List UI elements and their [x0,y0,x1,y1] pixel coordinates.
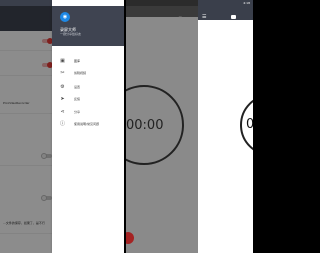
drawer-item-label: 反馈 [74,97,81,101]
app-bar: ☰ [126,6,198,20]
timer-panel: 4:18 ☰ 0( [198,0,253,253]
app-bar: ☰ [198,6,253,20]
settings-icon: ⚙ [60,84,65,90]
navigation-drawer: ◉ 录屏大师 一键分享给好友 ▣ 图库 ✂ 剪辑视频 ⚙ 设置 ➤ 反馈 ⋖ 分… [52,0,124,253]
record-button[interactable] [126,232,134,244]
drawer-item-help[interactable]: ⓘ 使用说明/常见问题 [52,117,124,132]
gallery-icon: ▣ [60,58,65,64]
drawer-header: ◉ 录屏大师 一键分享给好友 [52,6,124,46]
edit-icon: ✂ [60,70,65,76]
hamburger-menu-icon[interactable]: ☰ [202,14,206,20]
send-icon: ➤ [60,96,65,102]
info-icon: ⓘ [59,121,65,127]
drawer-item-label: 图库 [74,59,81,63]
timer-display: 0( [246,117,253,132]
drawer-item-label: 设置 [74,85,81,89]
drawer-item-label: 剪辑视频 [74,71,87,75]
timer-panel-dimmed: ☰ 00:00 [126,0,198,253]
camera-icon[interactable] [231,15,236,19]
timer-display: 00:00 [126,118,164,133]
drawer-item-label: 使用说明/常见问题 [74,122,100,126]
drawer-subtitle: 一键分享给好友 [60,32,82,36]
menu-icon[interactable]: ☰ [178,15,182,20]
drawer-item-edit[interactable]: ✂ 剪辑视频 [52,66,124,81]
settings-panel: ProVideoRecorder ...文件的保存，如果了，是不行 4:18 ◉… [0,0,124,253]
share-icon: ⋖ [60,109,65,115]
app-logo-icon: ◉ [60,12,70,22]
status-time: 4:18 [243,1,250,5]
drawer-item-label: 分享 [74,110,81,114]
